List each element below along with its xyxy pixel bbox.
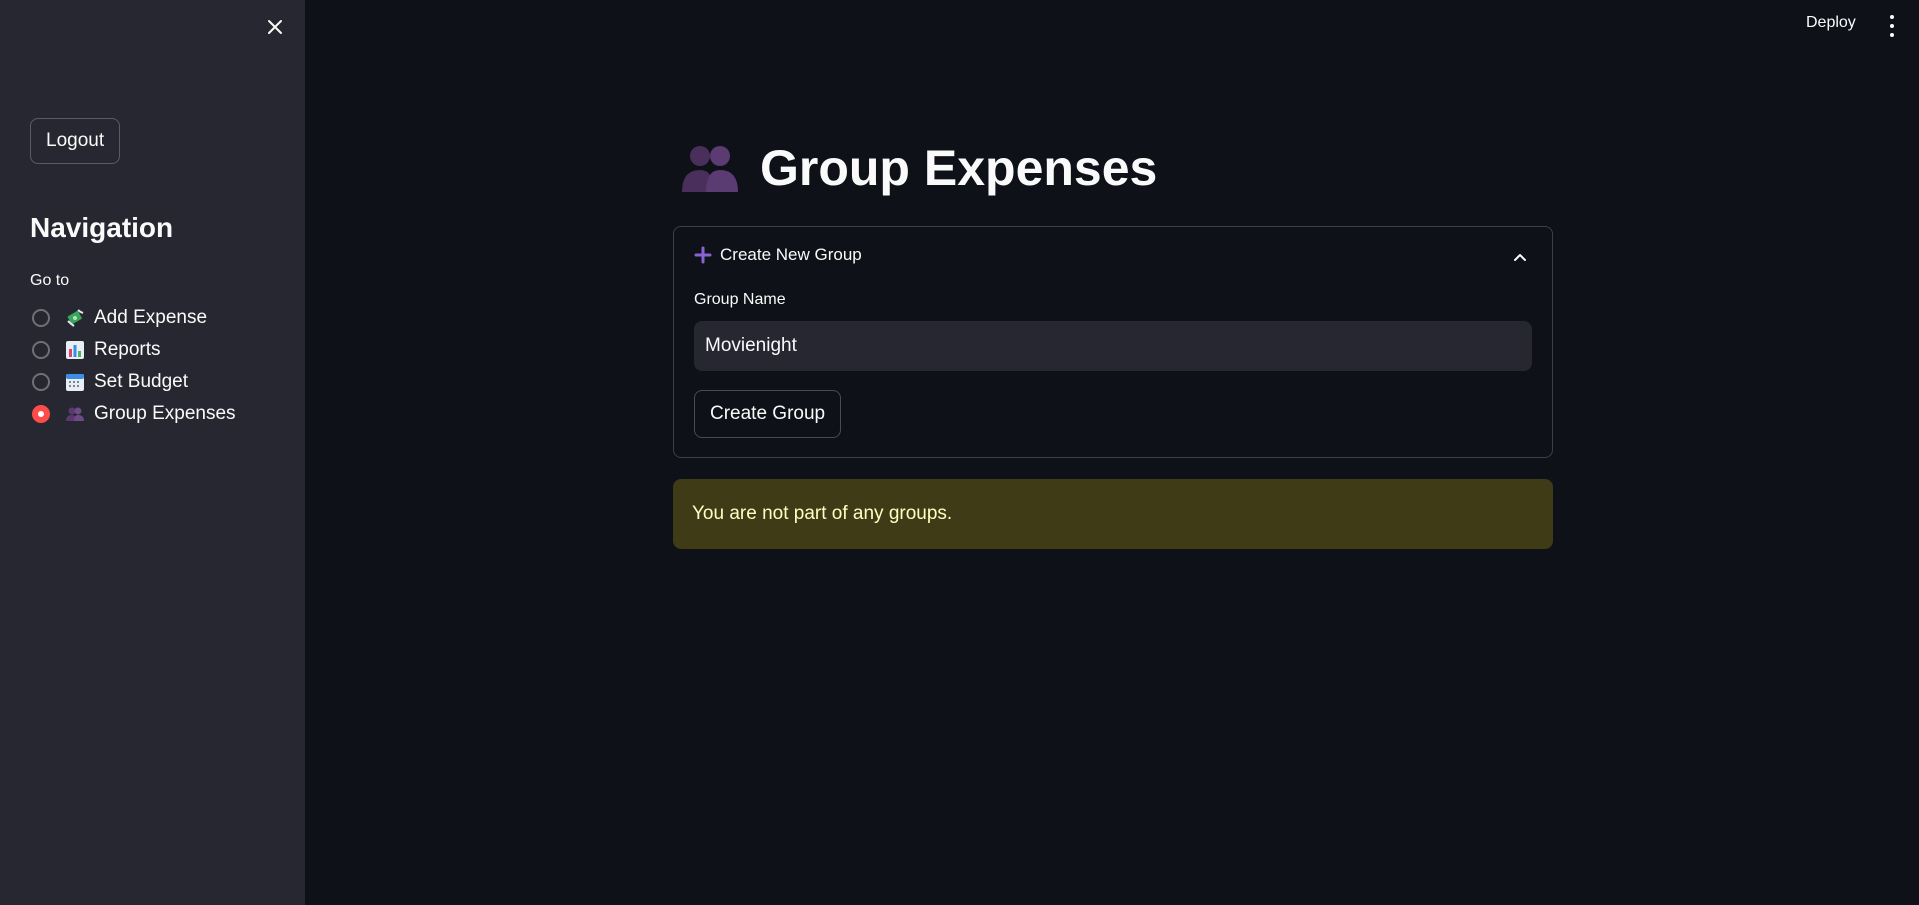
money-with-wings-icon <box>64 307 86 329</box>
nav-option-add-expense[interactable]: Add Expense <box>30 302 236 334</box>
goto-label: Go to <box>30 272 70 289</box>
expander-header[interactable]: Create New Group <box>694 245 862 265</box>
close-sidebar-button[interactable] <box>262 14 288 40</box>
people-icon <box>64 403 86 425</box>
people-icon <box>682 146 738 192</box>
kebab-dot <box>1890 33 1894 37</box>
group-name-label: Group Name <box>694 291 786 308</box>
page-title: Group Expenses <box>680 138 1157 198</box>
main-menu-button[interactable] <box>1885 15 1899 37</box>
nav-option-reports[interactable]: Reports <box>30 334 236 366</box>
warning-text: You are not part of any groups. <box>692 503 953 524</box>
nav-option-group-expenses[interactable]: Group Expenses <box>30 398 236 430</box>
kebab-dot <box>1890 15 1894 19</box>
radio-button[interactable] <box>32 341 50 359</box>
bar-chart-icon <box>64 339 86 361</box>
nav-option-label: Reports <box>94 339 161 360</box>
expander-label: Create New Group <box>720 245 862 264</box>
radio-button[interactable] <box>32 373 50 391</box>
nav-option-label: Add Expense <box>94 307 208 328</box>
nav-option-label: Set Budget <box>94 371 189 392</box>
create-group-expander: Create New Group Group Name Movienight C… <box>673 226 1553 458</box>
page-title-text: Group Expenses <box>760 140 1158 196</box>
plus-icon <box>694 246 712 264</box>
navigation-radio-group: Add Expense Reports Set Budget Group Exp… <box>30 302 236 430</box>
nav-option-set-budget[interactable]: Set Budget <box>30 366 236 398</box>
sidebar: Logout Navigation Go to Add Expense Repo… <box>0 0 305 905</box>
warning-alert: You are not part of any groups. <box>673 479 1553 549</box>
kebab-dot <box>1890 24 1894 28</box>
app: Logout Navigation Go to Add Expense Repo… <box>0 0 1919 905</box>
navigation-heading: Navigation <box>30 212 174 243</box>
create-group-button[interactable]: Create Group <box>694 390 842 438</box>
chevron-up-icon[interactable] <box>1512 250 1528 266</box>
radio-button[interactable] <box>32 309 50 327</box>
calendar-icon <box>64 371 86 393</box>
nav-option-label: Group Expenses <box>94 403 236 424</box>
deploy-button[interactable]: Deploy <box>1806 14 1856 32</box>
radio-button-selected[interactable] <box>32 405 50 423</box>
group-name-input[interactable]: Movienight <box>694 321 1532 371</box>
logout-button[interactable]: Logout <box>30 118 121 164</box>
close-icon <box>268 20 282 34</box>
